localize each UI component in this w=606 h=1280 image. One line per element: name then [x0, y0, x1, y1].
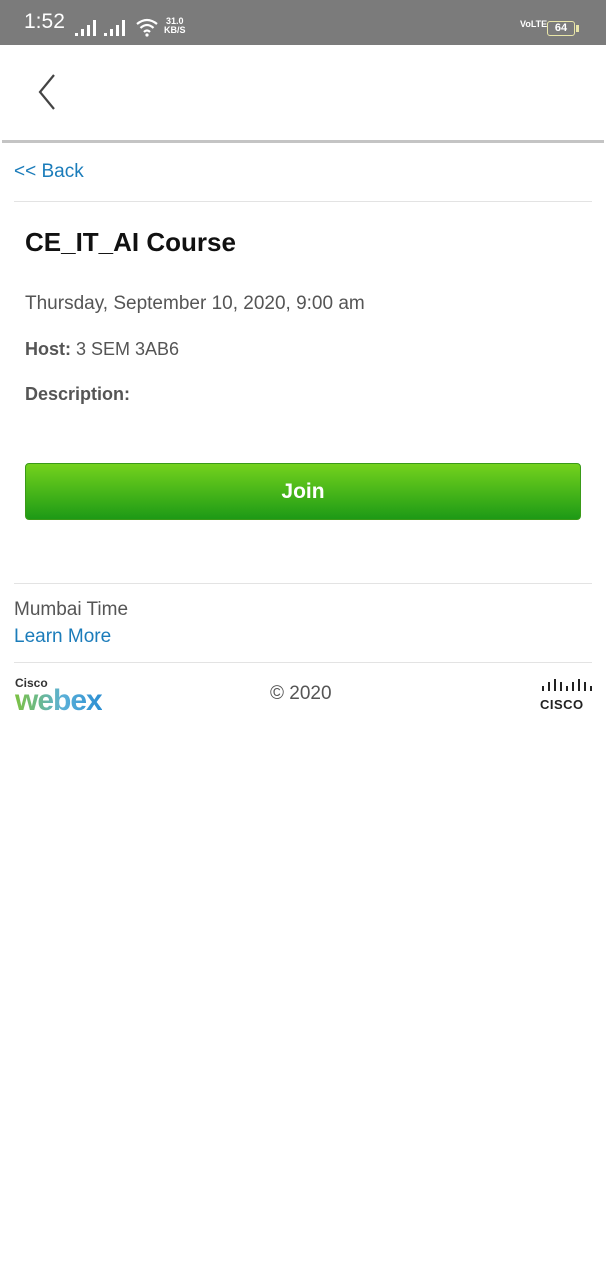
cisco-logo-word: CISCO — [540, 697, 584, 712]
cisco-bars-icon — [542, 679, 592, 691]
status-bar: 1:52 31.0 KB/S VoLTE 64 — [0, 0, 606, 45]
back-link[interactable]: << Back — [14, 161, 84, 183]
host-value: 3 SEM 3AB6 — [71, 339, 180, 359]
battery-level: 64 — [554, 22, 568, 34]
divider — [14, 662, 592, 663]
timezone-label: Mumbai Time — [14, 599, 129, 620]
network-speed-unit: KB/S — [164, 25, 186, 35]
chevron-left-icon[interactable] — [30, 72, 60, 112]
battery-tip — [576, 25, 579, 32]
signal-icon — [75, 20, 125, 36]
network-speed: 31.0 KB/S — [164, 17, 186, 35]
host-label: Host: — [25, 339, 71, 359]
app-bar — [0, 45, 606, 141]
meeting-datetime: Thursday, September 10, 2020, 9:00 am — [25, 293, 365, 314]
cisco-logo: CISCO — [540, 678, 592, 712]
volte-indicator: VoLTE — [520, 19, 548, 29]
divider — [14, 201, 592, 202]
wifi-icon — [136, 18, 158, 37]
battery-icon: 64 — [547, 21, 575, 36]
description-label: Description: — [25, 384, 131, 404]
divider — [14, 583, 592, 584]
app-bar-divider — [2, 140, 604, 143]
meeting-title: CE_IT_AI Course — [25, 227, 236, 257]
meeting-host: Host: 3 SEM 3AB6 — [25, 339, 179, 360]
copyright-text: © 2020 — [270, 683, 332, 704]
webex-logo-word: webex — [15, 684, 103, 717]
join-button[interactable]: Join — [25, 463, 581, 520]
learn-more-link[interactable]: Learn More — [14, 626, 111, 648]
webex-logo: Cisco webex — [15, 676, 110, 717]
